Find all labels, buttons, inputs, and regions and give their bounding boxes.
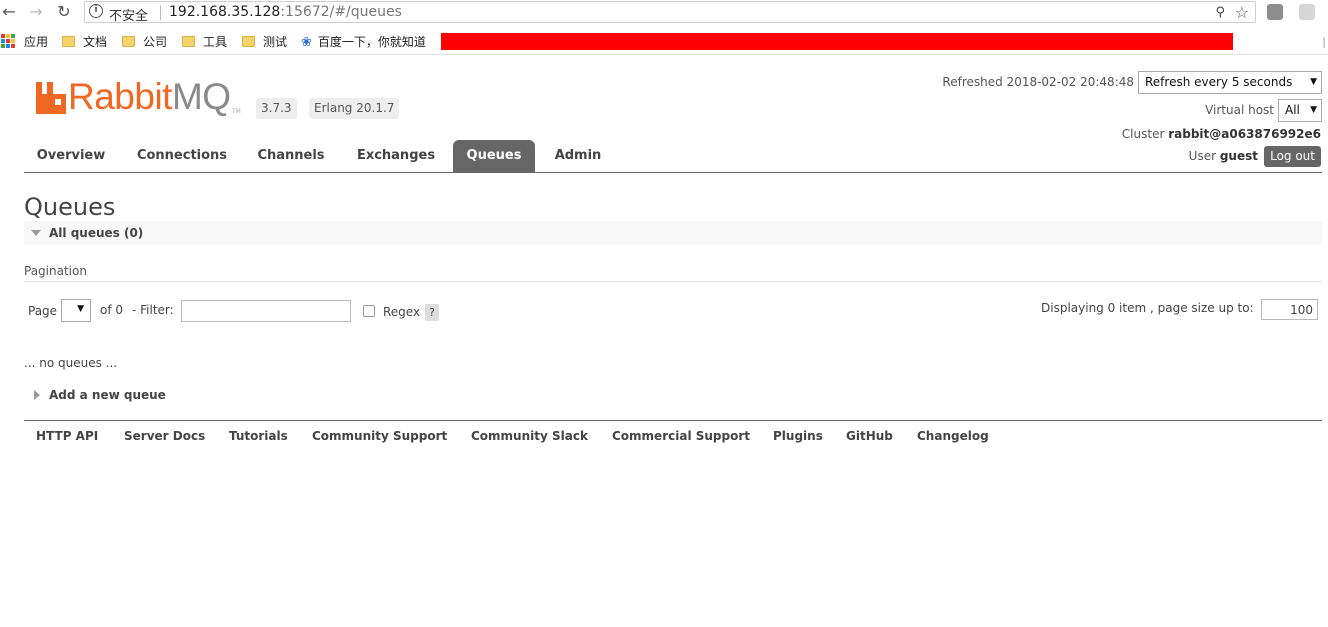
logo-rabbit: Rabbit: [68, 76, 172, 117]
regex-help-button[interactable]: ?: [425, 304, 439, 321]
cluster-name: rabbit@a063876992e6: [1168, 127, 1321, 141]
page-label: Page: [28, 304, 58, 318]
url-host: 192.168.35.128: [169, 4, 281, 20]
filter-label: - Filter:: [132, 303, 174, 317]
tab-divider: [24, 172, 1322, 173]
tab-connections[interactable]: Connections: [129, 140, 235, 172]
security-label: 不安全: [109, 9, 149, 24]
page-count-label: of 0: [100, 303, 124, 317]
browser-toolbar: ← → ↻ i 不安全 192.168.35.128:15672/#/queue…: [0, 0, 1328, 26]
baidu-paw-icon: ❀: [301, 35, 312, 50]
empty-state-text: ... no queues ...: [24, 356, 118, 370]
apps-grid-icon[interactable]: [1, 34, 15, 48]
footer-link-tutorials[interactable]: Tutorials: [229, 429, 288, 443]
erlang-version-badge: Erlang 20.1.7: [309, 98, 400, 119]
address-divider: [160, 5, 161, 20]
back-arrow-icon[interactable]: ←: [0, 3, 18, 21]
pagination-divider: [24, 281, 1322, 282]
forward-arrow-icon[interactable]: →: [27, 3, 45, 21]
logo-wordmark: RabbitMQ: [68, 76, 231, 118]
bookmark-apps[interactable]: 应用: [24, 33, 48, 50]
bookmark-label: 测试: [263, 35, 288, 49]
version-badge: 3.7.3: [256, 98, 297, 119]
regex-checkbox[interactable]: [363, 305, 375, 317]
footer-link-http-api[interactable]: HTTP API: [36, 429, 98, 443]
folder-icon: [242, 36, 255, 47]
folder-icon: [62, 36, 75, 47]
folder-icon: [122, 36, 135, 47]
vhost-select[interactable]: All ▼: [1278, 99, 1322, 122]
all-queues-title: All queues (0): [49, 226, 144, 240]
logout-button[interactable]: Log out: [1264, 146, 1321, 167]
footer-link-server-docs[interactable]: Server Docs: [124, 429, 205, 443]
bookmark-star-icon[interactable]: ☆: [1235, 3, 1249, 22]
vhost-value: All: [1285, 103, 1300, 117]
expand-triangle-icon: [34, 390, 40, 400]
footer-link-github[interactable]: GitHub: [846, 429, 893, 443]
folder-icon: [182, 36, 195, 47]
reload-icon[interactable]: ↻: [55, 3, 73, 21]
bookmark-company[interactable]: 公司: [122, 33, 167, 50]
bookmark-label: 公司: [143, 35, 168, 49]
refresh-interval-value: Refresh every 5 seconds: [1145, 75, 1293, 89]
url-text[interactable]: 192.168.35.128:15672/#/queues: [169, 4, 402, 20]
refresh-interval-select[interactable]: Refresh every 5 seconds ▼: [1138, 71, 1322, 94]
redacted-bar: [441, 33, 1233, 50]
pagination-label: Pagination: [24, 264, 87, 278]
displaying-label: Displaying 0 item , page size up to:: [1041, 301, 1254, 315]
tab-overview[interactable]: Overview: [24, 140, 118, 172]
add-queue-title: Add a new queue: [49, 388, 166, 402]
page-title: Queues: [24, 193, 116, 221]
cluster-info: Cluster rabbit@a063876992e6: [1122, 127, 1321, 141]
footer-link-commercial-support[interactable]: Commercial Support: [612, 429, 750, 443]
url-path: :15672/#/queues: [280, 4, 402, 20]
refreshed-timestamp: Refreshed 2018-02-02 20:48:48: [942, 75, 1134, 89]
footer-link-community-support[interactable]: Community Support: [312, 429, 447, 443]
info-icon[interactable]: i: [89, 4, 103, 18]
chevron-down-icon: ▼: [77, 304, 84, 314]
footer-divider: [24, 420, 1322, 421]
user-label: User: [1188, 149, 1217, 163]
cluster-label: Cluster: [1121, 127, 1165, 141]
bookmark-test[interactable]: 测试: [242, 33, 287, 50]
collapse-triangle-icon: [31, 230, 41, 236]
footer-link-community-slack[interactable]: Community Slack: [471, 429, 588, 443]
vhost-label: Virtual host: [1205, 103, 1274, 117]
bookmark-tools[interactable]: 工具: [182, 33, 227, 50]
bookmark-docs[interactable]: 文档: [62, 33, 107, 50]
bookmark-label: 百度一下，你就知道: [317, 35, 426, 49]
user-name: guest: [1219, 149, 1258, 163]
bookmark-label: 工具: [203, 35, 228, 49]
filter-input[interactable]: [181, 300, 351, 322]
user-info: User guest: [1189, 149, 1258, 163]
address-bar[interactable]: i 不安全 192.168.35.128:15672/#/queues ⚲ ☆: [84, 1, 1256, 24]
chevron-down-icon: ▼: [1310, 77, 1317, 87]
footer-link-changelog[interactable]: Changelog: [917, 429, 989, 443]
footer-link-plugins[interactable]: Plugins: [773, 429, 823, 443]
logo-trademark: TM: [232, 108, 241, 115]
key-icon[interactable]: ⚲: [1215, 5, 1225, 20]
extension-icon[interactable]: [1267, 4, 1283, 20]
tab-channels[interactable]: Channels: [246, 140, 336, 172]
extension-rp-icon[interactable]: [1299, 4, 1315, 20]
regex-label: Regex: [383, 305, 421, 319]
all-queues-toggle[interactable]: All queues (0): [24, 221, 1322, 245]
page-size-input[interactable]: [1261, 299, 1318, 320]
page-select[interactable]: ▼: [61, 299, 91, 322]
bookmark-label: 文档: [83, 35, 108, 49]
tab-exchanges[interactable]: Exchanges: [348, 140, 444, 172]
bookmark-baidu[interactable]: ❀ 百度一下，你就知道: [301, 33, 426, 50]
bookmarks-more-icon[interactable]: |: [1322, 35, 1326, 48]
chevron-down-icon: ▼: [1310, 105, 1317, 115]
logo-mq: MQ: [171, 76, 231, 117]
tab-queues[interactable]: Queues: [453, 140, 535, 172]
tab-admin[interactable]: Admin: [545, 140, 611, 172]
rabbit-logo-icon: [36, 82, 66, 114]
